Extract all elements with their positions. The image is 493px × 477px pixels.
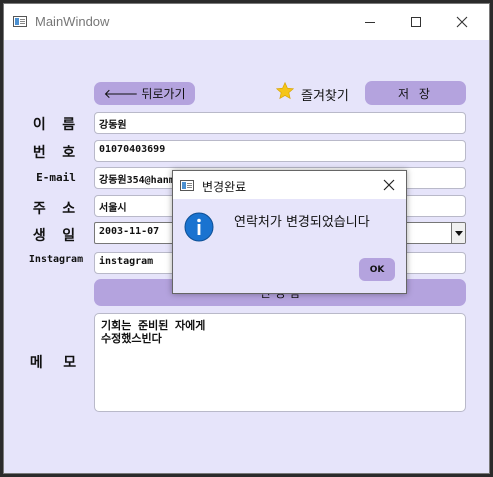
dropdown-arrow-icon[interactable] bbox=[451, 223, 465, 243]
save-button[interactable]: 저 장 bbox=[365, 81, 466, 105]
birthday-value: 2003-11-07 bbox=[99, 226, 160, 237]
ok-button[interactable]: OK bbox=[359, 258, 395, 281]
memo-textarea[interactable]: 기회는 준비된 자에게 수정했스빈다 bbox=[94, 313, 466, 412]
memo-line: 수정했스빈다 bbox=[101, 332, 162, 345]
info-icon bbox=[184, 212, 214, 242]
minimize-icon bbox=[365, 21, 375, 23]
favorite-label: 즐겨찾기 bbox=[301, 89, 349, 104]
close-button[interactable] bbox=[439, 4, 485, 40]
name-label: 이 름 bbox=[32, 117, 80, 133]
dialog-app-icon bbox=[180, 180, 194, 191]
instagram-label: Instagram bbox=[28, 254, 84, 265]
number-field[interactable]: 01070403699 bbox=[94, 140, 466, 162]
dialog-title: 변경완료 bbox=[202, 180, 247, 194]
email-label: E-mail bbox=[36, 171, 76, 184]
change-complete-dialog: 변경완료 연락처가 변경되었습니다 OK bbox=[172, 170, 407, 294]
name-field[interactable]: 강동원 bbox=[94, 112, 466, 134]
close-icon[interactable] bbox=[383, 179, 395, 191]
close-icon bbox=[456, 16, 468, 28]
arrow-left-icon: 🡐 bbox=[103, 86, 139, 102]
dialog-title-bar[interactable]: 변경완료 bbox=[173, 171, 406, 199]
star-icon[interactable] bbox=[275, 81, 295, 101]
app-icon bbox=[13, 16, 27, 27]
minimize-button[interactable] bbox=[347, 4, 393, 40]
maximize-button[interactable] bbox=[393, 4, 439, 40]
birthday-label: 생 일 bbox=[32, 228, 80, 244]
memo-label: 메 모 bbox=[29, 355, 83, 371]
number-label: 번 호 bbox=[32, 145, 80, 161]
title-bar[interactable]: MainWindow bbox=[4, 4, 489, 40]
window-title: MainWindow bbox=[35, 14, 110, 29]
dialog-message: 연락처가 변경되었습니다 bbox=[234, 215, 370, 230]
maximize-icon bbox=[411, 17, 421, 27]
back-button-label: 뒤로가기 bbox=[141, 87, 186, 101]
memo-line: 기회는 준비된 자에게 bbox=[101, 319, 206, 332]
back-button[interactable]: 🡐 뒤로가기 bbox=[94, 82, 195, 105]
address-label: 주 소 bbox=[32, 201, 80, 217]
